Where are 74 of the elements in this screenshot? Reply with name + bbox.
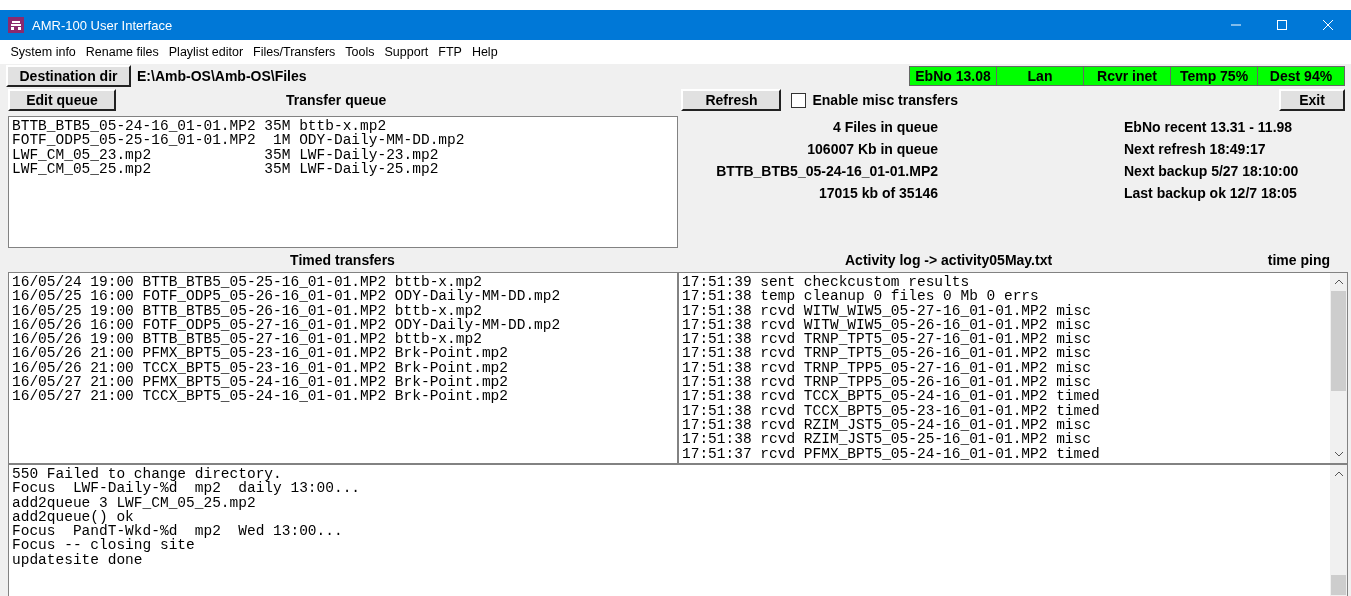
checkbox[interactable] [791,92,807,108]
queue-line: LWF_CM_05_25.mp2 35M LWF-Daily-25.mp2 [12,161,440,177]
menu-item[interactable]: Rename files [81,45,164,59]
console-line: Focus -- closing site [12,538,195,553]
scroll-down-icon[interactable] [1333,450,1344,458]
log-line: 17:51:38 rcvd WITW_WIW5_05-26-16_01-01.MP2 misc [682,317,1092,333]
timed-transfer-line: 16/05/25 19:00 BTTB_BTB5_05-26-16_01-01.MP2 bttb-x.mp2 [12,303,482,318]
timed-transfer-line: 16/05/26 21:00 TCCX_BPT5_05-23-16_01-01.MP2 Brk-Point.mp2 [12,360,509,376]
log-line: 17:51:38 rcvd TRNP_TPT5_05-26-16_01-01.MP2 misc [682,346,1092,361]
timed-transfer-line: 16/05/26 19:00 BTTB_BTB5_05-27-16_01-01.MP2 bttb-x.mp2 [12,332,482,347]
queue-info-text: 106007 Kb in queue [807,140,938,159]
scroll-up-icon[interactable] [1333,278,1344,286]
console-line: Focus LWF-Daily-%d mp2 daily 13:00... [12,481,362,496]
status-cell: Dest 94% [1257,67,1344,85]
status-cell: Lan [996,67,1083,85]
status-info-text: Last backup ok 12/7 18:05 [1124,184,1297,203]
console-line: Focus PandT-Wkd-%d mp2 Wed 13:00... [12,524,344,539]
menu-item[interactable]: Support [380,45,433,59]
menu-item[interactable]: System info [6,45,81,59]
menu-item[interactable]: FTP [433,45,467,59]
console-line: add2queue 3 LWF_CM_05_25.mp2 [12,495,256,510]
timed-transfer-line: 16/05/25 16:00 FOTF_ODP5_05-26-16_01-01.MP2 ODY-Daily-MM-DD.mp2 [12,289,562,304]
destination-dir-button[interactable]: Destination dir [6,65,131,87]
time-ping-label: time ping [1267,252,1330,268]
scroll-thumb[interactable] [1331,575,1346,595]
queue-line: FOTF_ODP5_05-25-16_01-01.MP2 1M ODY-Daily-MM-DD.mp2 [12,133,466,148]
destination-path: E:\Amb-OS\Amb-OS\Files [137,68,308,84]
menu-item[interactable]: Playlist editor [164,45,248,59]
log-line: 17:51:38 rcvd RZIM_JST5_05-25-16_01-01.MP2 misc [682,432,1091,447]
log-line: 17:51:39 sent checkcustom results [682,275,970,290]
refresh-button[interactable]: Refresh [681,89,782,111]
edit-queue-button[interactable]: Edit queue [8,89,116,111]
scroll-thumb[interactable] [1331,291,1346,391]
log-line: 17:51:38 rcvd RZIM_JST5_05-24-16_01-01.MP2 misc [682,417,1092,433]
queue-info-text: 4 Files in queue [832,118,938,137]
status-info-text: EbNo recent 13.31 - 11.98 [1124,118,1293,137]
console-line: 550 Failed to change directory. [12,467,283,482]
status-info-text: Next refresh 18:49:17 [1124,140,1266,159]
status-cell: Rcvr inet [1083,67,1170,85]
log-line: 17:51:38 rcvd TCCX_BPT5_05-24-16_01-01.MP2 timed [682,389,1101,404]
scrollbar[interactable] [1330,273,1347,463]
timed-transfers-heading: Timed transfers [290,252,395,268]
queue-line: BTTB_BTB5_05-24-16_01-01.MP2 35M bttb-x.mp2 [12,119,387,134]
timed-transfer-line: 16/05/26 21:00 PFMX_BPT5_05-23-16_01-01.MP2 Brk-Point.mp2 [12,346,509,361]
timed-transfer-line: 16/05/26 16:00 FOTF_ODP5_05-27-16_01-01.MP2 ODY-Daily-MM-DD.mp2 [12,317,562,333]
log-line: 17:51:38 temp cleanup 0 files 0 Mb 0 errs [682,289,1040,304]
exit-button[interactable]: Exit [1279,89,1345,111]
log-line: 17:51:38 rcvd TRNP_TPT5_05-27-16_01-01.MP2 misc [682,332,1092,347]
menu-item[interactable]: Help [467,45,503,59]
scrollbar[interactable] [1330,465,1347,596]
console-line: add2queue() ok [12,509,134,525]
timed-transfer-line: 16/05/24 19:00 BTTB_BTB5_05-25-16_01-01.MP2 bttb-x.mp2 [12,275,482,290]
activity-log-heading: Activity log -> activity05May.txt [845,252,1054,268]
checkbox-label[interactable]: Enable misc transfers [812,92,958,108]
queue-info-text: BTTB_BTB5_05-24-16_01-01.MP2 [716,162,938,181]
timed-transfer-line: 16/05/27 21:00 PFMX_BPT5_05-24-16_01-01.MP2 Brk-Point.mp2 [12,375,509,390]
status-cell: EbNo 13.08 [910,67,996,85]
status-cell: Temp 75% [1170,67,1257,85]
status-info-text: Next backup 5/27 18:10:00 [1124,162,1299,181]
menu-item[interactable]: Tools [340,45,379,59]
timed-transfer-line: 16/05/27 21:00 TCCX_BPT5_05-24-16_01-01.MP2 Brk-Point.mp2 [12,389,509,404]
console-line: updatesite done [12,552,143,568]
queue-line: LWF_CM_05_23.mp2 35M LWF-Daily-23.mp2 [12,147,439,162]
window-title: AMR-100 User Interface [32,17,174,33]
transfer-queue-heading: Transfer queue [286,92,387,108]
queue-info-text: 17015 kb of 35146 [818,184,938,203]
log-line: 17:51:38 rcvd TRNP_TPP5_05-27-16_01-01.MP2 misc [682,360,1092,376]
log-line: 17:51:38 rcvd TRNP_TPP5_05-26-16_01-01.MP2 misc [682,375,1091,390]
menu-item[interactable]: Files/Transfers [248,45,340,59]
app-icon [8,17,24,33]
log-line: 17:51:37 rcvd PFMX_BPT5_05-24-16_01-01.MP2 timed [682,446,1101,461]
log-line: 17:51:38 rcvd TCCX_BPT5_05-23-16_01-01.MP2 timed [682,403,1101,418]
scroll-up-icon[interactable] [1333,470,1344,478]
log-line: 17:51:38 rcvd WITW_WIW5_05-27-16_01-01.MP2 misc [682,303,1092,318]
